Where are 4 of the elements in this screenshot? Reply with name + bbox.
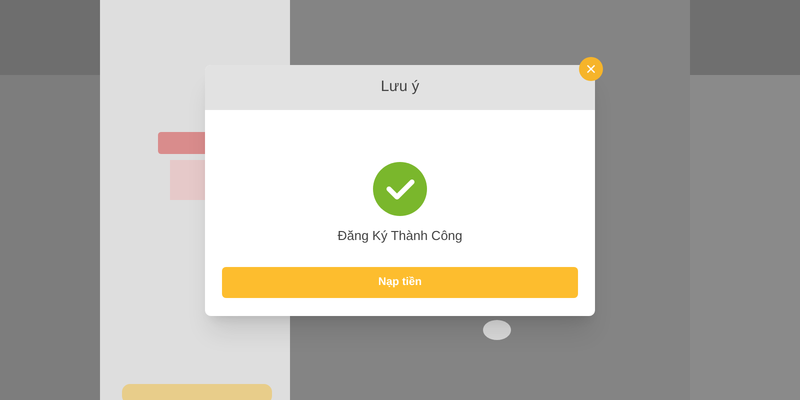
dialog-title: Lưu ý xyxy=(380,77,420,98)
deposit-button[interactable]: Nạp tiền xyxy=(222,267,578,298)
success-message: Đăng Ký Thành Công xyxy=(338,227,462,245)
check-icon xyxy=(373,162,427,216)
